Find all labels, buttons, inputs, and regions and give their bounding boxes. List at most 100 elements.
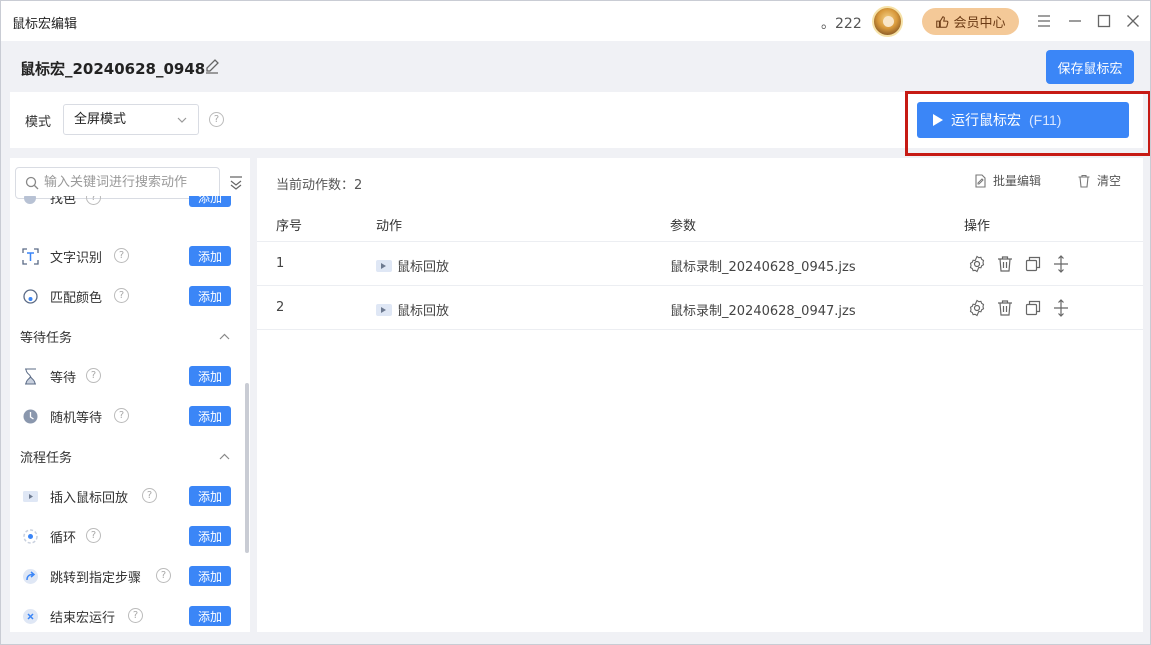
maximize-icon [1097, 14, 1111, 28]
sidebar-item-label: 插入鼠标回放 [50, 491, 129, 506]
sidebar-item-wait[interactable]: 等待 ? 添加 [10, 356, 244, 396]
help-icon[interactable]: ? [128, 608, 143, 623]
minimize-icon [1069, 20, 1081, 22]
sidebar-item-label: 随机等待 [50, 411, 103, 426]
sidebar-item-label: 文字识别 [50, 251, 103, 266]
thumbs-up-icon [936, 15, 949, 28]
help-icon[interactable]: ? [156, 568, 171, 583]
add-button[interactable]: 添加 [189, 406, 231, 426]
hourglass-icon [25, 368, 36, 385]
row-action-label: 鼠标回放 [397, 260, 450, 275]
move-button[interactable] [1052, 299, 1070, 317]
vip-center-button[interactable]: 会员中心 [922, 8, 1019, 35]
clear-button[interactable]: 清空 [1077, 172, 1121, 189]
help-icon[interactable]: ? [86, 528, 101, 543]
help-icon[interactable]: ? [142, 488, 157, 503]
row-operations [968, 299, 1070, 317]
points-counter: 。222 [821, 16, 862, 32]
avatar[interactable] [872, 6, 903, 37]
help-icon[interactable]: ? [114, 248, 129, 263]
sidebar-item-label: 结束宏运行 [50, 611, 116, 626]
find-color-icon [24, 196, 36, 204]
copy-button[interactable] [1024, 255, 1042, 273]
menu-icon [1038, 15, 1050, 27]
sidebar-item-insert-replay[interactable]: 插入鼠标回放 ? 添加 [10, 476, 244, 516]
loop-icon [23, 529, 38, 544]
help-icon[interactable]: ? [86, 368, 101, 383]
minimize-button[interactable] [1065, 11, 1085, 31]
move-icon [1054, 255, 1068, 273]
sidebar-item-jump-step[interactable]: 跳转到指定步骤 ? 添加 [10, 556, 244, 596]
row-param: 鼠标录制_20240628_0947.jzs [670, 304, 856, 319]
search-placeholder: 输入关键词进行搜索动作 [44, 175, 188, 190]
add-button[interactable]: 添加 [189, 606, 231, 626]
column-operations: 操作 [964, 219, 991, 234]
close-button[interactable] [1123, 11, 1143, 31]
add-button[interactable]: 添加 [189, 286, 231, 306]
save-macro-button[interactable]: 保存鼠标宏 [1046, 50, 1134, 84]
delete-button[interactable] [996, 299, 1014, 317]
sidebar-scrollbar[interactable] [245, 383, 249, 553]
help-icon[interactable]: ? [114, 408, 129, 423]
sidebar-item-find-color[interactable]: 找色 ? 添加 [10, 196, 244, 222]
copy-button[interactable] [1024, 299, 1042, 317]
macro-name: 鼠标宏_20240628_0948 [20, 60, 206, 78]
edit-icon[interactable] [203, 58, 221, 76]
mouse-replay-icon [376, 259, 392, 272]
help-icon[interactable]: ? [86, 196, 101, 205]
column-index: 序号 [276, 219, 303, 234]
add-button[interactable]: 添加 [189, 366, 231, 386]
collapse-all-icon[interactable] [228, 174, 244, 190]
table-row[interactable]: 1 鼠标回放 鼠标录制_20240628_0945.jzs [257, 242, 1143, 286]
settings-button[interactable] [968, 255, 986, 273]
trash-icon [1078, 174, 1090, 188]
title-bar: 鼠标宏编辑 。222 会员中心 [1, 1, 1150, 41]
clear-label: 清空 [1097, 174, 1122, 188]
match-color-icon [23, 289, 38, 304]
trash-icon [998, 256, 1012, 272]
add-button[interactable]: 添加 [189, 566, 231, 586]
add-button[interactable]: 添加 [189, 246, 231, 266]
gear-icon [969, 255, 985, 273]
section-flow-tasks[interactable]: 流程任务 [10, 436, 244, 476]
add-button[interactable]: 添加 [189, 486, 231, 506]
settings-button[interactable] [968, 299, 986, 317]
search-input[interactable]: 输入关键词进行搜索动作 [15, 167, 220, 199]
mode-label: 模式 [25, 115, 52, 130]
move-button[interactable] [1052, 255, 1070, 273]
help-icon[interactable]: ? [114, 288, 129, 303]
section-title: 流程任务 [20, 451, 73, 466]
sidebar-item-end-macro[interactable]: 结束宏运行 ? 添加 [10, 596, 244, 632]
text-recognition-icon [22, 248, 39, 265]
sidebar-item-ocr[interactable]: 文字识别 ? 添加 [10, 236, 244, 276]
table-header: 序号 动作 参数 操作 [257, 202, 1143, 242]
section-wait-tasks[interactable]: 等待任务 [10, 316, 244, 356]
maximize-button[interactable] [1094, 11, 1114, 31]
sidebar-item-label: 等待 [50, 371, 77, 386]
row-action: 鼠标回放 [376, 256, 449, 275]
row-operations [968, 255, 1070, 273]
table-row[interactable]: 2 鼠标回放 鼠标录制_20240628_0947.jzs [257, 286, 1143, 330]
add-button[interactable]: 添加 [189, 196, 231, 207]
add-button[interactable]: 添加 [189, 526, 231, 546]
sidebar-item-label: 跳转到指定步骤 [50, 571, 142, 586]
mode-select[interactable]: 全屏模式 [63, 104, 199, 135]
chevron-up-icon [219, 333, 230, 340]
batch-edit-button[interactable]: 批量编辑 [973, 172, 1041, 189]
delete-button[interactable] [996, 255, 1014, 273]
sidebar-item-random-wait[interactable]: 随机等待 ? 添加 [10, 396, 244, 436]
sidebar-item-label: 匹配颜色 [50, 291, 103, 306]
sidebar-item-label: 循环 [50, 531, 77, 546]
column-action: 动作 [376, 219, 403, 234]
action-sidebar: 输入关键词进行搜索动作 找色 ? 添加 文字识别 ? 添加 匹配颜色 ? 添加 [10, 158, 250, 632]
sidebar-item-match-color[interactable]: 匹配颜色 ? 添加 [10, 276, 244, 316]
video-play-icon [23, 491, 38, 502]
copy-icon [1025, 300, 1041, 316]
copy-icon [1025, 256, 1041, 272]
chevron-up-icon [219, 453, 230, 460]
clock-icon [23, 409, 38, 424]
help-icon[interactable]: ? [209, 112, 224, 127]
menu-button[interactable] [1034, 11, 1054, 31]
column-param: 参数 [670, 219, 697, 234]
sidebar-item-loop[interactable]: 循环 ? 添加 [10, 516, 244, 556]
